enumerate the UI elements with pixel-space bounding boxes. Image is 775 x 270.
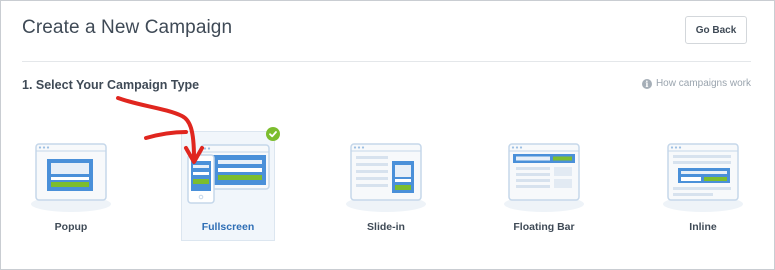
- campaign-type-label: Popup: [54, 221, 88, 233]
- campaign-type-inline[interactable]: Inline: [649, 128, 757, 240]
- header-divider: [22, 61, 751, 62]
- info-icon: i: [641, 78, 652, 89]
- campaign-type-slide-in[interactable]: Slide-in: [332, 128, 440, 240]
- annotation-arrow-icon: [116, 96, 204, 164]
- campaign-type-floating-bar[interactable]: Floating Bar: [490, 128, 598, 240]
- slide-in-icon: [346, 143, 426, 212]
- campaign-type-label: Slide-in: [367, 221, 405, 233]
- help-link-label: How campaigns work: [655, 78, 751, 89]
- how-campaigns-work-link[interactable]: i How campaigns work: [641, 78, 751, 89]
- campaign-type-label: Inline: [689, 221, 717, 233]
- checkmark-icon: [266, 127, 280, 141]
- campaign-type-label: Floating Bar: [513, 221, 575, 233]
- campaign-type-popup[interactable]: Popup: [17, 128, 125, 240]
- go-back-button[interactable]: Go Back: [685, 16, 747, 44]
- page-title: Create a New Campaign: [22, 17, 233, 38]
- inline-icon: [663, 143, 743, 212]
- section-title: 1. Select Your Campaign Type: [22, 78, 200, 92]
- campaign-type-label: Fullscreen: [201, 221, 255, 233]
- popup-icon: [31, 143, 111, 212]
- floating-bar-icon: [504, 143, 584, 212]
